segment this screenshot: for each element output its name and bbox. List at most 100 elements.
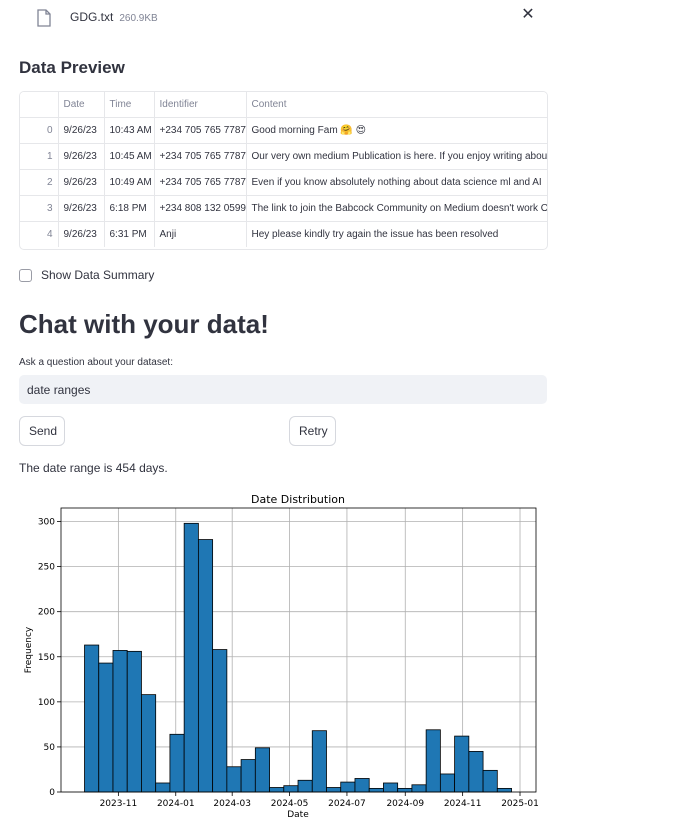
send-button[interactable]: Send <box>19 416 65 446</box>
answer-text: The date range is 454 days. <box>19 461 168 475</box>
date-distribution-chart: Date Distribution 0 50 100 150 200 250 300 2023… <box>24 493 539 820</box>
histogram-bar <box>397 787 413 793</box>
histogram-bar <box>340 781 356 793</box>
x-tick-label: 2024-11 <box>444 799 482 809</box>
histogram-bar <box>240 759 256 793</box>
table-row[interactable]: 4 9/26/23 6:31 PM Anji Hey please kindly… <box>20 221 547 247</box>
histogram-bar <box>126 650 142 793</box>
file-size: 260.9KB <box>119 13 158 24</box>
file-name-text: GDG.txt <box>70 10 114 24</box>
row-index: 3 <box>20 195 59 222</box>
column-header[interactable]: Time <box>104 92 155 118</box>
x-tick-label: 2023-11 <box>100 799 138 809</box>
histogram-bar <box>354 778 370 793</box>
chart-title: Date Distribution <box>251 493 345 506</box>
table-cell: 9/26/23 <box>58 143 105 170</box>
column-header[interactable]: Identifier <box>154 92 247 118</box>
table-cell: Good morning Fam 🤗 😍 <box>246 117 547 144</box>
show-data-summary-checkbox[interactable] <box>19 268 32 282</box>
x-tick-label: 2024-01 <box>157 799 195 809</box>
x-axis-label: Date <box>287 810 309 820</box>
histogram-bar <box>212 649 228 793</box>
y-tick-label: 200 <box>38 608 55 618</box>
row-index: 4 <box>20 221 59 247</box>
histogram-bar <box>269 787 285 793</box>
file-icon <box>37 9 51 27</box>
table-cell: Anji <box>154 221 247 247</box>
y-tick-label: 150 <box>38 653 55 663</box>
table-cell: 9/26/23 <box>58 195 105 222</box>
histogram-bar <box>226 766 242 793</box>
column-header[interactable]: Date <box>58 92 105 118</box>
y-tick-label: 100 <box>38 698 55 708</box>
histogram-bar <box>112 650 128 793</box>
histogram-bar <box>197 539 214 793</box>
question-label: Ask a question about your dataset: <box>19 357 173 368</box>
histogram-bar <box>411 784 427 793</box>
row-index: 1 <box>20 143 59 170</box>
table-cell: 6:18 PM <box>104 195 155 222</box>
histogram-bar <box>311 730 327 793</box>
histogram-bar <box>254 747 270 793</box>
y-axis-label: Frequency <box>24 626 34 673</box>
y-tick-label: 250 <box>38 563 55 573</box>
histogram-bar <box>84 644 100 793</box>
file-name: GDG.txt 260.9KB <box>70 10 158 24</box>
y-tick-label: 300 <box>38 518 55 528</box>
row-index: 0 <box>20 117 59 144</box>
table-cell: +234 705 765 7787 <box>154 117 247 144</box>
histogram-bar <box>454 735 470 793</box>
table-cell: Our very own medium Publication is here.… <box>246 143 547 170</box>
x-tick-label: 2024-07 <box>328 799 366 809</box>
histogram-bar <box>169 733 185 793</box>
table-cell: 10:45 AM <box>104 143 155 170</box>
histogram-bar <box>183 522 199 793</box>
table-cell: 9/26/23 <box>58 221 105 247</box>
histogram-bar <box>482 769 498 793</box>
x-tick-label: 2024-09 <box>386 799 424 809</box>
table-row[interactable]: 3 9/26/23 6:18 PM +234 808 132 0599 The … <box>20 195 547 222</box>
chat-heading: Chat with your data! <box>19 309 269 339</box>
chart-bars <box>84 522 512 793</box>
table-cell: The link to join the Babcock Community o… <box>246 195 547 222</box>
table-cell: 9/26/23 <box>58 169 105 196</box>
data-preview-heading: Data Preview <box>19 58 125 77</box>
column-header[interactable]: Content <box>246 92 547 118</box>
histogram-bar <box>297 779 313 793</box>
row-index: 2 <box>20 169 59 196</box>
y-tick-label: 50 <box>44 743 56 753</box>
x-tick-label: 2024-05 <box>271 799 309 809</box>
uploaded-file-row: GDG.txt 260.9KB ✕ <box>19 0 547 36</box>
table-cell: +234 808 132 0599 <box>154 195 247 222</box>
table-cell: 6:31 PM <box>104 221 155 247</box>
table-cell: +234 705 765 7787 <box>154 169 247 196</box>
histogram-bar <box>496 787 512 793</box>
histogram-bar <box>155 782 171 793</box>
show-data-summary-row[interactable]: Show Data Summary <box>19 268 154 282</box>
table-cell: +234 705 765 7787 <box>154 143 247 170</box>
close-icon[interactable]: ✕ <box>521 7 535 23</box>
table-cell: Even if you know absolutely nothing abou… <box>246 169 547 196</box>
table-row[interactable]: 0 9/26/23 10:43 AM +234 705 765 7787 Goo… <box>20 117 547 144</box>
table-header-row: Date Time Identifier Content <box>20 92 547 118</box>
histogram-bar <box>141 694 157 793</box>
table-cell: 10:49 AM <box>104 169 155 196</box>
histogram-bar <box>439 773 456 793</box>
data-preview-table[interactable]: Date Time Identifier Content 0 9/26/23 1… <box>19 91 548 250</box>
table-row[interactable]: 2 9/26/23 10:49 AM +234 705 765 7787 Eve… <box>20 169 547 196</box>
table-cell: 9/26/23 <box>58 117 105 144</box>
y-tick-label: 0 <box>49 788 55 798</box>
histogram-bar <box>326 787 342 793</box>
histogram-bar <box>98 662 114 793</box>
column-header[interactable] <box>20 92 59 118</box>
retry-button[interactable]: Retry <box>289 416 336 446</box>
histogram-bar <box>468 751 484 793</box>
histogram-bar <box>283 785 299 793</box>
question-input[interactable] <box>19 375 547 404</box>
table-cell: 10:43 AM <box>104 117 155 144</box>
table-cell: Hey please kindly try again the issue ha… <box>246 221 547 247</box>
x-tick-label: 2025-01 <box>501 799 539 809</box>
table-row[interactable]: 1 9/26/23 10:45 AM +234 705 765 7787 Our… <box>20 143 547 170</box>
histogram-bar <box>368 787 384 793</box>
histogram-bar <box>383 782 399 793</box>
